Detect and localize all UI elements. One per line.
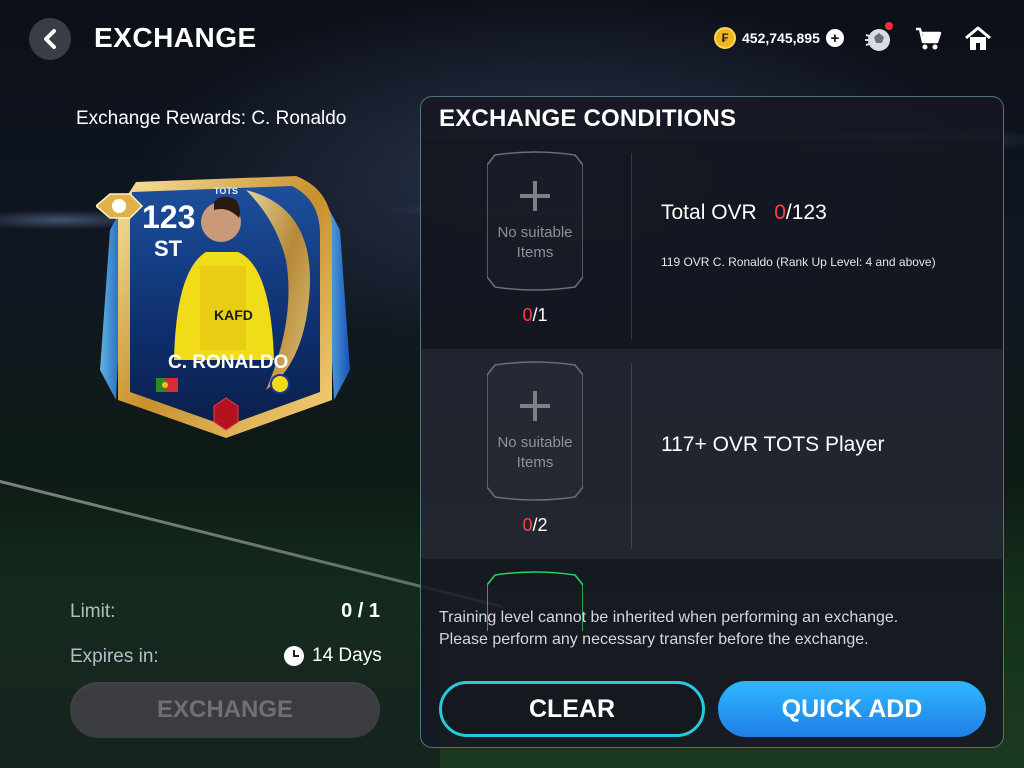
condition-row: No suitable Items 0/1 Total OVR 0/123 11…	[421, 139, 1003, 349]
condition-label: 117+ OVR TOTS Player	[661, 433, 885, 456]
exchange-notice: Training level cannot be inherited when …	[439, 609, 899, 648]
slot-empty-text-1: No suitable	[497, 434, 573, 451]
condition-detail: 119 OVR C. Ronaldo (Rank Up Level: 4 and…	[661, 255, 936, 269]
row-divider	[631, 363, 632, 549]
limit-value: 0 / 1	[341, 600, 380, 622]
cart-icon	[916, 27, 942, 50]
add-item-plus-icon	[520, 391, 550, 421]
exchange-rewards-title: Exchange Rewards: C. Ronaldo	[76, 108, 347, 129]
add-coins-plus-icon[interactable]: +	[825, 29, 844, 47]
slot-empty-text-2: Items	[516, 244, 554, 261]
expires-label: Expires in:	[70, 646, 159, 667]
quick-add-button[interactable]: QUICK ADD	[718, 681, 986, 737]
condition-label: Total OVR 0/123	[661, 201, 827, 224]
page-title: EXCHANGE	[94, 22, 257, 53]
item-slot[interactable]: No suitable Items	[487, 361, 583, 501]
clock-icon	[284, 646, 304, 666]
exchange-button[interactable]: EXCHANGE	[70, 682, 380, 738]
back-chevron-icon	[44, 29, 56, 49]
card-position: ST	[154, 236, 183, 261]
expires-value: 14 Days	[284, 645, 382, 667]
slot-empty-text-1: No suitable	[497, 224, 573, 241]
limit-label: Limit:	[70, 601, 116, 622]
conditions-title: EXCHANGE CONDITIONS	[439, 105, 737, 132]
coin-icon: ₣	[714, 27, 736, 49]
slot-count: 0/1	[522, 305, 548, 325]
home-button[interactable]	[963, 24, 993, 54]
add-item-plus-icon	[520, 181, 550, 211]
item-slot[interactable]: No suitable Items	[487, 151, 583, 291]
home-icon	[965, 26, 991, 50]
condition-row: No suitable Items 0/2 117+ OVR TOTS Play…	[421, 349, 1003, 559]
card-rating: 123	[142, 199, 195, 235]
card-program-label: TOTS	[214, 186, 238, 196]
card-player-name: C. RONALDO	[168, 352, 288, 373]
player-card[interactable]: KAFD TOTS 123 ST C. RONALDO	[94, 170, 354, 442]
row-divider	[631, 153, 632, 339]
clear-button[interactable]: CLEAR	[439, 681, 705, 737]
shop-button[interactable]	[913, 24, 943, 54]
notification-dot	[885, 22, 893, 30]
exchange-conditions-panel: EXCHANGE CONDITIONS No suitable Items 0/…	[420, 96, 1004, 748]
svg-text:KAFD: KAFD	[214, 307, 253, 323]
ball-notification-button[interactable]	[863, 22, 893, 54]
slot-count: 0/2	[522, 515, 548, 535]
expires-days: 14 Days	[312, 645, 382, 666]
coin-amount: 452,745,895	[742, 30, 820, 46]
slot-empty-text-2: Items	[516, 454, 554, 471]
coin-balance: ₣ 452,745,895 +	[714, 27, 844, 49]
back-button[interactable]	[29, 18, 71, 60]
